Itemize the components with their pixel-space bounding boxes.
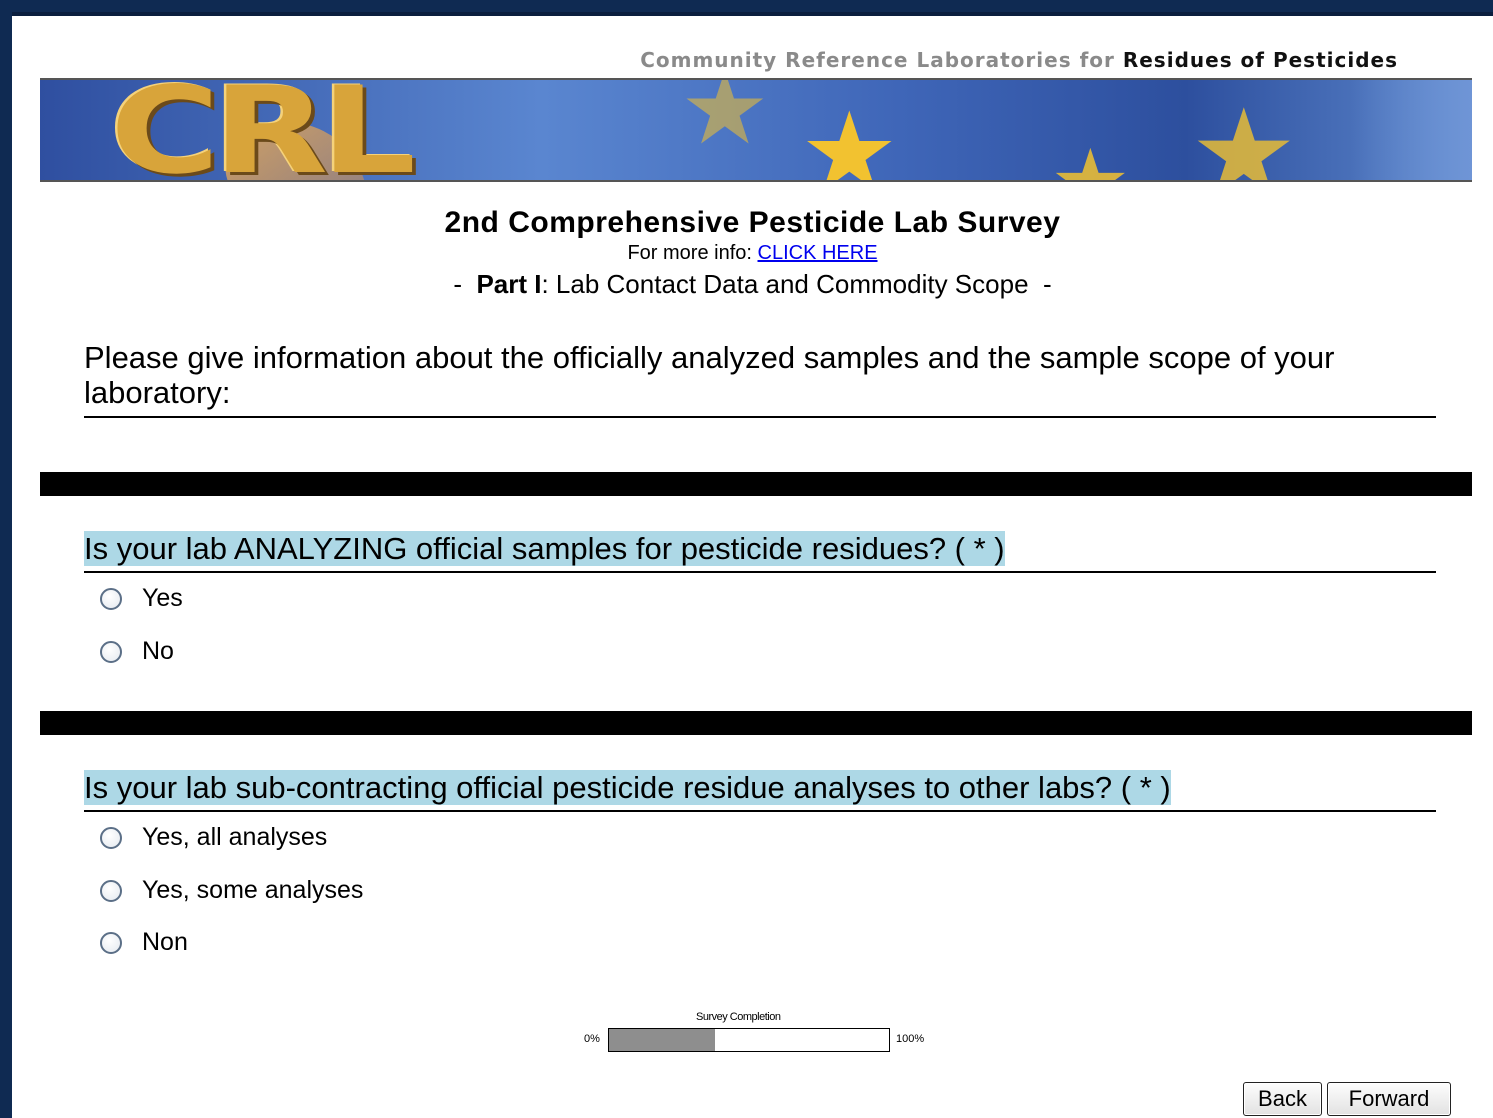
crl-banner: CRL ★ ★ ★ ★ [40,78,1472,182]
star-icon: ★ [800,91,899,182]
back-button[interactable]: Back [1243,1082,1322,1116]
question-text: Is your lab sub-contracting official pes… [84,770,1171,805]
more-info-prefix: For more info: [627,242,752,264]
option-non[interactable]: Non [100,928,188,957]
survey-title-block: 2nd Comprehensive Pesticide Lab Survey F… [12,206,1493,300]
option-yes[interactable]: Yes [100,584,183,613]
radio-button[interactable] [100,879,122,902]
survey-page: Community Reference Laboratories for Res… [12,12,1493,1118]
option-label: Non [142,928,188,956]
question-text: Is your lab ANALYZING official samples f… [84,531,1005,566]
part-dash-left: - [453,269,462,299]
more-info-line: For more info: CLICK HERE [12,242,1493,265]
radio-button[interactable] [100,826,122,849]
org-name-strong: Residues of Pesticides [1122,48,1398,72]
progress-label: Survey Completion [696,1011,781,1023]
survey-title: 2nd Comprehensive Pesticide Lab Survey [444,206,1061,239]
radio-button[interactable] [100,640,122,663]
question-subcontracting: Is your lab sub-contracting official pes… [84,769,1436,812]
forward-button[interactable]: Forward [1327,1082,1451,1116]
option-yes-all[interactable]: Yes, all analyses [100,823,327,852]
part-line: - Part I: Lab Contact Data and Commodity… [12,269,1493,300]
option-label: Yes, some analyses [142,876,364,904]
part-label: Part I [476,269,542,299]
radio-button[interactable] [100,931,122,954]
crl-logo: CRL [110,78,416,182]
radio-button[interactable] [100,587,122,610]
option-label: Yes [142,584,183,612]
option-yes-some[interactable]: Yes, some analyses [100,876,363,905]
question-analyzing: Is your lab ANALYZING official samples f… [84,530,1436,573]
site-header-text: Community Reference Laboratories for Res… [640,48,1398,72]
star-icon: ★ [1050,130,1131,180]
option-label: Yes, all analyses [142,823,328,851]
part-dash-right: - [1042,269,1052,299]
org-prefix: Community Reference Laboratories for [640,48,1115,72]
section-divider [40,711,1472,735]
window-top-strip [0,0,1493,8]
star-icon: ★ [680,78,770,165]
star-icon: ★ [1190,86,1298,182]
click-here-link[interactable]: CLICK HERE [758,242,878,264]
progress-max-label: 100% [896,1033,925,1045]
banner-fade [1352,80,1472,180]
progress-fill [609,1029,716,1051]
progress-bar [608,1028,890,1052]
progress-min-label: 0% [584,1033,600,1045]
part-description: : Lab Contact Data and Commodity Scope [541,269,1029,299]
section-divider [40,472,1472,496]
option-label: No [142,637,174,665]
option-no[interactable]: No [100,637,174,666]
intro-heading: Please give information about the offici… [84,340,1436,418]
